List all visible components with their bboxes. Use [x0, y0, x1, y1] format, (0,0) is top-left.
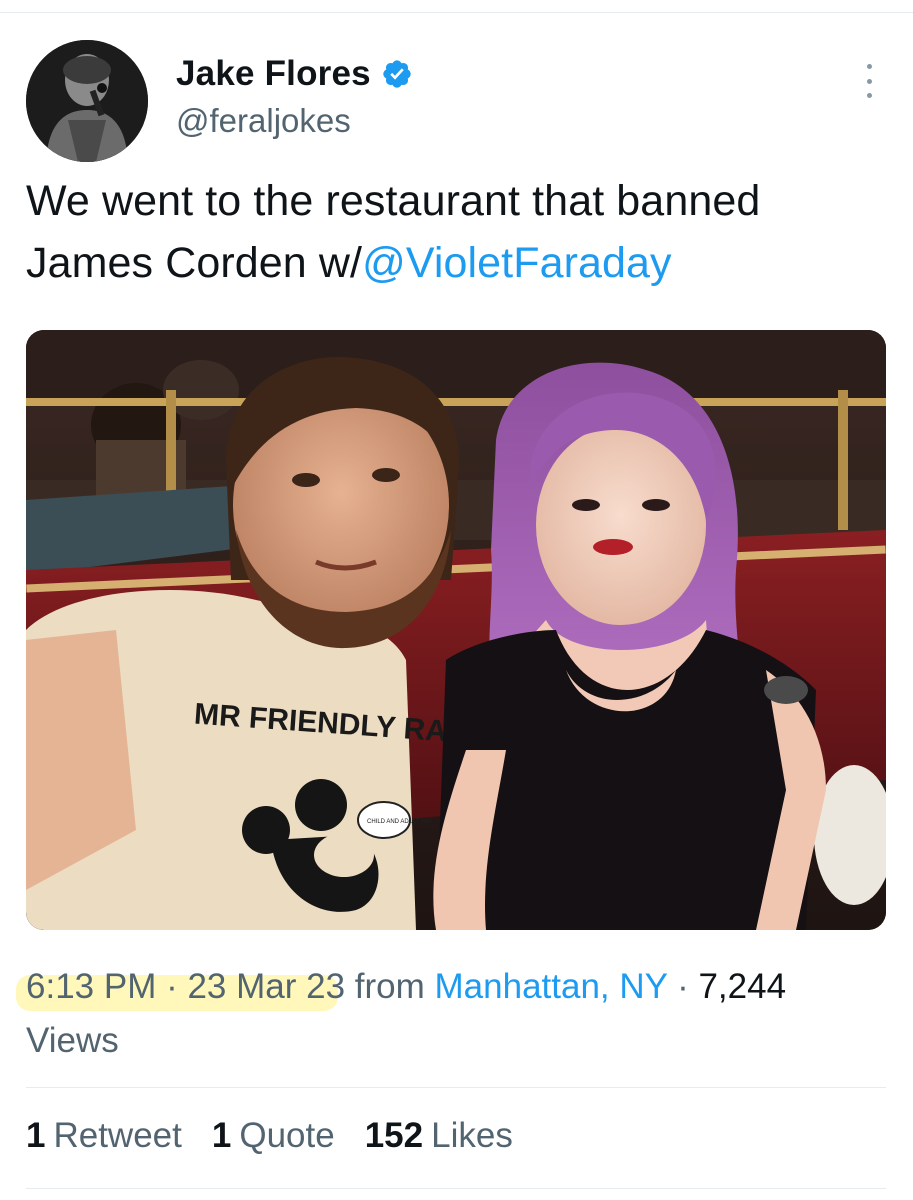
more-options-icon[interactable]	[864, 64, 874, 98]
retweets-stat[interactable]: 1 Retweet	[26, 1116, 182, 1156]
quotes-count: 1	[211, 1116, 232, 1155]
quotes-stat[interactable]: 1 Quote	[212, 1116, 335, 1156]
tweet-time[interactable]: 6:13 PM	[26, 967, 156, 1006]
display-name[interactable]: Jake Flores	[176, 54, 371, 94]
verified-badge-icon	[381, 58, 413, 90]
mention-link[interactable]: @VioletFaraday	[362, 239, 672, 287]
photo-image: MR FRIENDLY RAT CHILD AND ADULT RAT	[26, 330, 886, 930]
views-label: Views	[26, 1021, 119, 1060]
top-divider	[0, 12, 913, 13]
speech-bubble-text: CHILD AND ADULT RAT	[367, 819, 433, 825]
likes-stat[interactable]: 152 Likes	[365, 1116, 513, 1156]
bottom-divider	[26, 1188, 886, 1189]
meta-separator: ·	[667, 967, 699, 1006]
dot	[866, 78, 872, 84]
likes-count: 152	[364, 1116, 424, 1155]
tweet-header: Jake Flores @feraljokes	[26, 40, 886, 162]
retweets-label: Retweet	[53, 1116, 182, 1155]
avatar[interactable]	[26, 40, 148, 162]
tweet-text: We went to the restaurant that banned Ja…	[26, 170, 886, 294]
tweet-detail-page: Jake Flores @feraljokes We went to the r…	[0, 0, 913, 1200]
tweet-date[interactable]: 23 Mar 23	[187, 967, 345, 1006]
location-link[interactable]: Manhattan, NY	[435, 967, 668, 1006]
name-row: Jake Flores	[176, 54, 413, 94]
retweets-count: 1	[26, 1116, 46, 1155]
dot	[866, 64, 872, 69]
engagement-stats: 1 Retweet 1 Quote 152 Likes	[26, 1116, 886, 1156]
avatar-image	[26, 40, 148, 162]
from-label: from	[345, 967, 435, 1006]
stats-divider	[26, 1087, 886, 1088]
handle[interactable]: @feraljokes	[176, 102, 351, 140]
quotes-label: Quote	[239, 1116, 335, 1155]
likes-label: Likes	[431, 1116, 513, 1155]
tweet-meta: 6:13 PM · 23 Mar 23 from Manhattan, NY ·…	[26, 960, 886, 1068]
views-count: 7,244	[698, 967, 787, 1006]
meta-separator: ·	[156, 967, 188, 1006]
tweet-photo[interactable]: MR FRIENDLY RAT CHILD AND ADULT RAT	[26, 330, 886, 930]
dot	[866, 93, 872, 98]
